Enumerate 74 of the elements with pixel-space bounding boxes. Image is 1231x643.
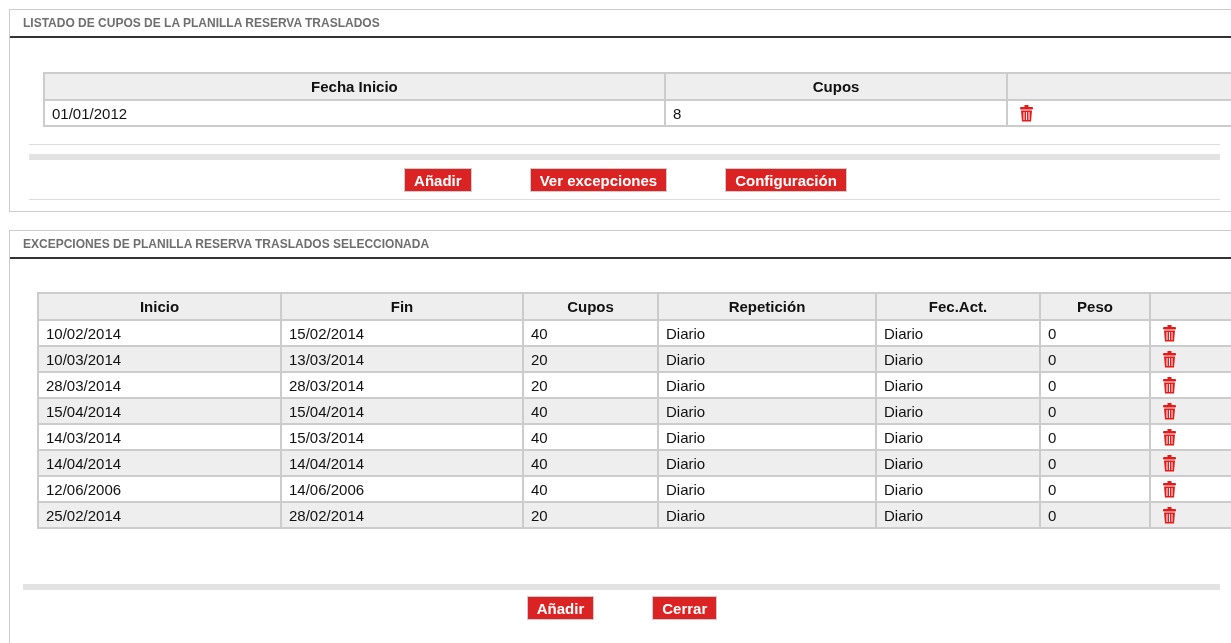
table-cell: 0: [1040, 450, 1150, 476]
table-cell: Diario: [658, 476, 876, 502]
table-cell: 28/02/2014: [281, 502, 523, 528]
table-cell: 0: [1040, 476, 1150, 502]
table-cell: Diario: [658, 424, 876, 450]
table-cell: Diario: [876, 502, 1040, 528]
table-cell: 15/02/2014: [281, 320, 523, 346]
column-header: Fin: [281, 293, 523, 320]
table-cell: Diario: [876, 346, 1040, 372]
column-header: Cupos: [664, 73, 1008, 100]
table-cell: 15/04/2014: [38, 398, 281, 424]
table-cell: Diario: [876, 372, 1040, 398]
delete-icon[interactable]: [1163, 454, 1176, 472]
table-cell: 28/03/2014: [38, 372, 281, 398]
action-button[interactable]: Añadir: [404, 168, 472, 192]
table-cell: Diario: [658, 450, 876, 476]
table-cell: Diario: [658, 398, 876, 424]
table-cell: 14/04/2014: [281, 450, 523, 476]
table-cell: 40: [523, 398, 658, 424]
delete-icon[interactable]: [1163, 376, 1176, 394]
table-cell: 0: [1040, 398, 1150, 424]
table-cell: 14/03/2014: [38, 424, 281, 450]
table-cell: 15/03/2014: [281, 424, 523, 450]
action-button[interactable]: Configuración: [725, 168, 847, 192]
table-cell: 0: [1040, 346, 1150, 372]
table-cell: 40: [523, 320, 658, 346]
table-cell: 0: [1040, 372, 1150, 398]
action-button[interactable]: Cerrar: [652, 596, 718, 620]
table-cell: 0: [1040, 502, 1150, 528]
table-cell: 28/03/2014: [281, 372, 523, 398]
column-header: Repetición: [658, 293, 876, 320]
table-cell: Diario: [876, 476, 1040, 502]
table-cell: 0: [1040, 320, 1150, 346]
delete-icon[interactable]: [1163, 480, 1176, 498]
table-cell: 10/03/2014: [38, 346, 281, 372]
table-cell: Diario: [876, 450, 1040, 476]
delete-icon[interactable]: [1163, 350, 1176, 368]
table-cell: 15/04/2014: [281, 398, 523, 424]
table-cell: Diario: [876, 424, 1040, 450]
column-header: Fec.Act.: [876, 293, 1040, 320]
table-cell: 20: [523, 346, 658, 372]
delete-icon[interactable]: [1163, 324, 1176, 342]
action-button[interactable]: Añadir: [526, 596, 595, 620]
table-cell: 40: [523, 476, 658, 502]
column-header: Peso: [1040, 293, 1150, 320]
panel-title: LISTADO DE CUPOS DE LA PLANILLA RESERVA TRASLADOS: [10, 10, 1231, 38]
table-cell: 8: [664, 100, 1008, 126]
table-cell: 13/03/2014: [281, 346, 523, 372]
table-cell: 01/01/2012: [44, 100, 665, 126]
delete-icon[interactable]: [1163, 402, 1176, 420]
table-cell: 20: [523, 372, 658, 398]
delete-icon[interactable]: [1163, 506, 1176, 524]
table-cell: Diario: [658, 320, 876, 346]
column-header: Fecha Inicio: [44, 73, 665, 100]
table-cell: 14/04/2014: [38, 450, 281, 476]
table-cell: 12/06/2006: [38, 476, 281, 502]
table-cell: 0: [1040, 424, 1150, 450]
table-cell: 40: [523, 450, 658, 476]
table-cell: 14/06/2006: [281, 476, 523, 502]
panel-title: EXCEPCIONES DE PLANILLA RESERVA TRASLADOS SELECCIONADA: [10, 231, 1231, 259]
delete-icon[interactable]: [1163, 428, 1176, 446]
table-cell: Diario: [658, 502, 876, 528]
table-cell: 10/02/2014: [38, 320, 281, 346]
action-button[interactable]: Ver excepciones: [529, 168, 668, 192]
table-cell: Diario: [658, 346, 876, 372]
table-cell: Diario: [658, 372, 876, 398]
table-cell: Diario: [876, 320, 1040, 346]
table-cell: 20: [523, 502, 658, 528]
column-header: Cupos: [523, 293, 658, 320]
column-header: Inicio: [38, 293, 281, 320]
table-cell: 25/02/2014: [38, 502, 281, 528]
table-cell: Diario: [876, 398, 1040, 424]
table-cell: 40: [523, 424, 658, 450]
delete-icon[interactable]: [1020, 104, 1034, 122]
